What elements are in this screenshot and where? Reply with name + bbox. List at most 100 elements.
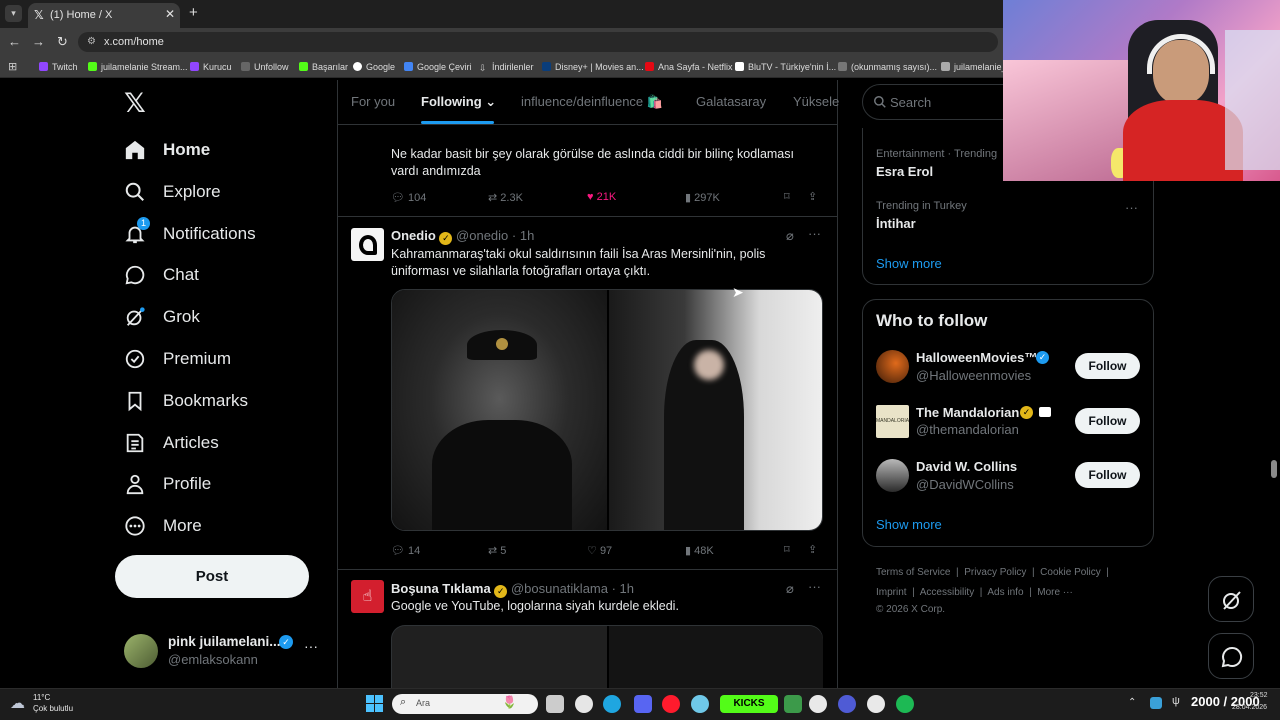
clock-time[interactable]: 23:52 — [1250, 692, 1268, 699]
bookmark-blutv[interactable]: BluTV - Türkiye'nin İ... — [735, 61, 836, 73]
back-icon[interactable]: ← — [8, 34, 21, 49]
bookmark-google[interactable]: Google — [353, 61, 395, 73]
apps-grid-icon[interactable]: ⊞ — [8, 60, 17, 73]
tab-for-you[interactable]: For you — [351, 94, 395, 109]
nav-explore[interactable]: Explore — [124, 178, 324, 206]
site-info-icon[interactable]: ⚙ — [87, 32, 96, 52]
bookmark-google-ceviri[interactable]: Google Çeviri — [404, 61, 472, 73]
account-switcher[interactable]: pink juilamelani... ✓ @emlaksokann ··· — [124, 632, 324, 670]
grok-explain-icon[interactable]: ⌀ — [786, 581, 794, 597]
media-photo-right[interactable] — [609, 290, 822, 530]
views-button[interactable]: ▮ 297K — [685, 191, 720, 204]
suggestion-avatar[interactable] — [876, 459, 909, 492]
post-button[interactable]: Post — [115, 555, 309, 598]
nav-notifications[interactable]: 1 Notifications — [124, 217, 324, 248]
share-icon[interactable]: ⇪ — [808, 190, 817, 203]
edge-icon[interactable] — [603, 695, 621, 713]
follow-show-more[interactable]: Show more — [876, 517, 942, 532]
wifi-icon[interactable]: ψ — [1172, 695, 1180, 707]
nav-grok[interactable]: Grok — [124, 303, 324, 331]
tray-chevron-icon[interactable]: ⌃ — [1128, 697, 1136, 708]
media-photo-left[interactable] — [392, 290, 607, 530]
tweet2-handle[interactable]: @bosunatiklama — [511, 581, 608, 596]
suggestion-name[interactable]: The Mandalorian — [916, 405, 1019, 420]
footer-ads[interactable]: Ads info — [987, 587, 1023, 598]
bookmark-juilamelanie[interactable]: juilamelanie_c — [941, 61, 1011, 73]
app-icon[interactable] — [691, 695, 709, 713]
nav-more[interactable]: More — [124, 512, 324, 540]
bookmark-icon[interactable]: ⌑ — [784, 190, 790, 203]
trend-item[interactable]: Trending in Turkey İntihar ··· — [876, 200, 1138, 236]
taskbar-search-input[interactable]: ⌕ Ara 🌷 — [392, 694, 538, 714]
forward-icon[interactable]: → — [32, 34, 45, 49]
clock-date[interactable]: 28.04.2026 — [1232, 704, 1267, 711]
nav-chat[interactable]: Chat — [124, 261, 324, 289]
discord-icon[interactable] — [634, 695, 652, 713]
chrome-dev-icon[interactable] — [575, 695, 593, 713]
follow-button[interactable]: Follow — [1075, 353, 1140, 379]
tweet1-time[interactable]: · 1h — [512, 228, 534, 243]
bookmark-icon[interactable]: ⌑ — [784, 543, 790, 556]
repost-button[interactable]: ⇄ 2.3K — [488, 191, 523, 204]
share-icon[interactable]: ⇪ — [808, 543, 817, 556]
grok-explain-icon[interactable]: ⌀ — [786, 228, 794, 244]
messages-floating-button[interactable] — [1208, 633, 1254, 679]
suggestion-name[interactable]: David W. Collins — [916, 459, 1017, 474]
bosunatiklama-avatar[interactable]: ☝ — [351, 580, 384, 613]
start-button[interactable] — [366, 695, 383, 712]
bookmark-indirilenler[interactable]: ⇩ İndirilenler — [479, 61, 534, 73]
x-logo-icon[interactable]: 𝕏 — [124, 89, 150, 117]
url-input[interactable]: ⚙ x.com/home — [78, 32, 998, 52]
tab-galatasaray[interactable]: Galatasaray — [696, 94, 766, 109]
nav-bookmarks[interactable]: Bookmarks — [124, 387, 324, 415]
kick-icon[interactable]: KICKS — [720, 695, 778, 713]
tab-search-button[interactable]: ▾ — [5, 5, 22, 22]
tweet2-media[interactable] — [391, 625, 823, 689]
tweet1-author[interactable]: Onedio — [391, 228, 436, 243]
tray-app-icon[interactable] — [1150, 697, 1162, 709]
tab-following[interactable]: Following ⌄ — [421, 94, 496, 110]
follow-button[interactable]: Follow — [1075, 462, 1140, 488]
tweet-more-icon[interactable]: ··· — [808, 579, 821, 594]
views-button[interactable]: ▮ 48K — [685, 544, 714, 557]
weather-widget[interactable]: ☁ 11°C Çok bulutlu — [10, 691, 90, 717]
bookmark-netflix[interactable]: Ana Sayfa - Netflix — [645, 61, 733, 73]
footer-cookie[interactable]: Cookie Policy — [1040, 567, 1101, 578]
app-icon[interactable] — [838, 695, 856, 713]
tweet2-author[interactable]: Boşuna Tıklama — [391, 581, 491, 596]
reload-icon[interactable]: ↻ — [57, 34, 68, 50]
repost-button[interactable]: ⇄ 5 — [488, 544, 506, 557]
bookmark-stream[interactable]: juilamelanie Stream... — [88, 61, 188, 73]
tweet1-media[interactable] — [391, 289, 823, 531]
chrome-icon[interactable] — [809, 695, 827, 713]
suggestion-avatar[interactable] — [876, 350, 909, 383]
suggestion-avatar[interactable]: MANDALORIAN — [876, 405, 909, 438]
app-icon[interactable] — [784, 695, 802, 713]
footer-more[interactable]: More ··· — [1037, 587, 1073, 598]
footer-privacy[interactable]: Privacy Policy — [964, 567, 1026, 578]
nav-articles[interactable]: Articles — [124, 429, 324, 457]
bookmark-twitch[interactable]: Twitch — [39, 61, 78, 73]
like-button[interactable]: ♡ 97 — [587, 544, 612, 557]
nav-home[interactable]: Home — [124, 136, 324, 164]
onedio-avatar[interactable] — [351, 228, 384, 261]
bookmark-okunmamis[interactable]: (okunmamış sayısı)... — [838, 61, 937, 73]
bookmark-basarilar[interactable]: Başarılar — [299, 61, 348, 73]
grok-floating-button[interactable] — [1208, 576, 1254, 622]
footer-imprint[interactable]: Imprint — [876, 587, 907, 598]
bookmark-kurucu[interactable]: Kurucu — [190, 61, 232, 73]
chrome-icon[interactable] — [867, 695, 885, 713]
page-scrollbar[interactable] — [1271, 460, 1277, 478]
bookmark-disney[interactable]: Disney+ | Movies an... — [542, 61, 644, 73]
tweet1-handle[interactable]: @onedio — [456, 228, 508, 243]
trends-show-more[interactable]: Show more — [876, 256, 942, 271]
nav-premium[interactable]: Premium — [124, 345, 324, 373]
trend-more-icon[interactable]: ··· — [1125, 200, 1138, 215]
reply-button[interactable]: 💬︎ 104 — [391, 191, 426, 204]
bookmark-unfollow[interactable]: Unfollow — [241, 61, 289, 73]
like-button[interactable]: ♥ 21K — [587, 191, 616, 203]
spotify-icon[interactable] — [896, 695, 914, 713]
footer-terms[interactable]: Terms of Service — [876, 567, 950, 578]
follow-button[interactable]: Follow — [1075, 408, 1140, 434]
tab-influence[interactable]: influence/deinfluence 🛍️ — [521, 94, 663, 110]
